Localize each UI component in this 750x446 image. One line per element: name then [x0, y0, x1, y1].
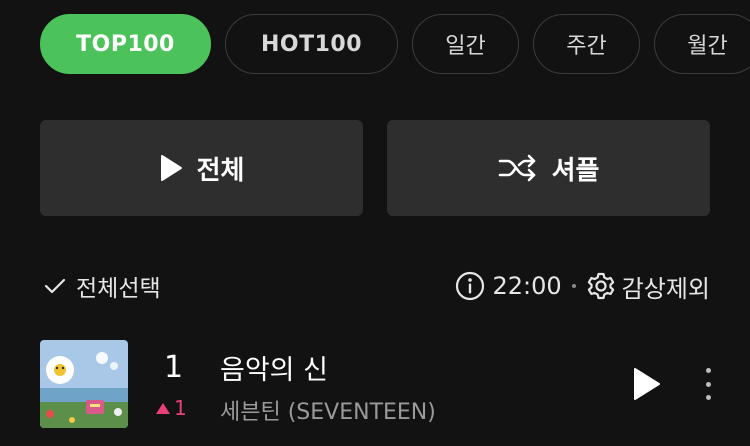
rank-up-icon — [156, 402, 170, 414]
shuffle-icon — [498, 154, 535, 182]
play-all-label: 전체 — [196, 155, 245, 186]
filter-top100-chip[interactable]: TOP100 — [40, 14, 211, 74]
shuffle-label: 셔플 — [551, 155, 600, 186]
more-options-icon[interactable] — [700, 366, 716, 402]
update-time-info[interactable]: 22:00 — [455, 271, 562, 301]
chart-rank: 1 — [164, 350, 184, 385]
song-artist[interactable]: 세븐틴 (SEVENTEEN) — [220, 394, 436, 426]
separator-dot — [571, 284, 576, 288]
filter-hot100-chip[interactable]: HOT100 — [225, 14, 398, 74]
play-song-icon[interactable] — [630, 366, 662, 402]
filter-weekly-chip[interactable]: 주간 — [533, 14, 640, 74]
select-all-button[interactable]: 전체선택 — [44, 269, 161, 303]
exclude-settings-button[interactable]: 감상제외 — [586, 269, 710, 304]
info-icon — [455, 271, 484, 301]
chart-filter-chips: TOP100 HOT100 일간 주간 월간 — [40, 14, 750, 74]
play-all-button[interactable]: 전체 — [40, 120, 363, 216]
chart-song-row[interactable]: 1 1 음악의 신 세븐틴 (SEVENTEEN) — [40, 340, 720, 428]
filter-monthly-chip[interactable]: 월간 — [654, 14, 750, 74]
update-time: 22:00 — [492, 272, 562, 300]
chart-page: TOP100 HOT100 일간 주간 월간 전체 셔플 전체선택 22:00 … — [0, 0, 750, 446]
list-toolbar: 전체선택 22:00 감상제외 — [44, 266, 710, 306]
album-cover[interactable] — [40, 340, 128, 428]
shuffle-button[interactable]: 셔플 — [387, 120, 710, 216]
rank-change-value: 1 — [174, 396, 187, 420]
filter-daily-chip[interactable]: 일간 — [412, 14, 519, 74]
gear-icon — [587, 272, 614, 300]
rank-change: 1 — [156, 396, 187, 420]
check-icon — [44, 278, 66, 294]
play-icon — [160, 155, 182, 181]
chart-tools: 22:00 감상제외 — [455, 269, 710, 304]
select-all-label: 전체선택 — [76, 276, 161, 302]
song-title[interactable]: 음악의 신 — [220, 348, 328, 387]
exclude-label: 감상제외 — [621, 274, 710, 303]
